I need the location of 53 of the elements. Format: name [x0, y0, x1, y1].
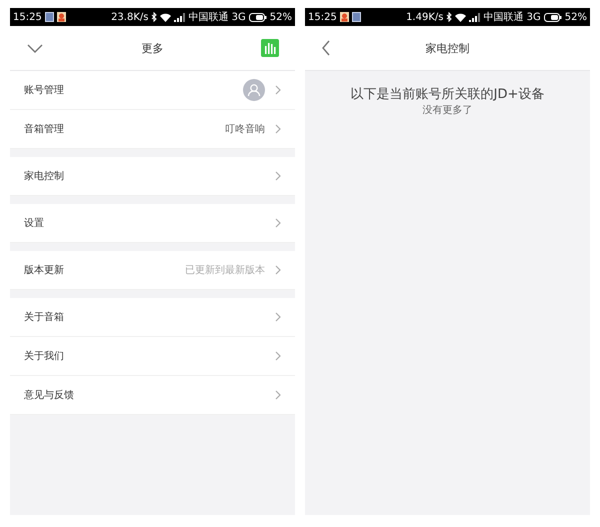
chevron-right-icon — [275, 171, 281, 181]
avatar-icon — [243, 79, 265, 101]
wifi-icon — [160, 12, 172, 22]
battery-percent: 52% — [270, 12, 292, 22]
network-speed: 1.49K/s — [406, 12, 444, 22]
row-label: 关于我们 — [24, 350, 64, 363]
carrier-name: 中国联通 3G — [188, 10, 246, 24]
battery-icon — [544, 12, 562, 22]
list-row[interactable]: 家电控制 — [10, 157, 295, 196]
equalizer-icon[interactable] — [261, 39, 279, 57]
network-speed: 23.8K/s — [111, 12, 148, 22]
row-value: 叮咚音响 — [225, 122, 265, 136]
list-row[interactable]: 音箱管理 叮咚音响 — [10, 110, 295, 149]
battery-percent: 52% — [564, 12, 587, 22]
chevron-right-icon — [275, 312, 281, 322]
screen-title: 家电控制 — [424, 40, 470, 56]
list-row[interactable]: 设置 — [10, 204, 295, 243]
status-time: 15:25 — [13, 12, 42, 22]
chevron-right-icon — [275, 218, 281, 228]
row-label: 关于音箱 — [24, 310, 64, 324]
back-icon[interactable] — [321, 40, 331, 56]
app-icon — [340, 12, 349, 22]
empty-note: 没有更多了 — [422, 104, 472, 117]
row-label: 意见与反馈 — [24, 388, 74, 402]
document-icon — [352, 12, 361, 22]
row-label: 版本更新 — [24, 264, 64, 277]
screen-title: 更多 — [140, 40, 164, 56]
row-label: 家电控制 — [24, 170, 64, 183]
chevron-right-icon — [275, 265, 281, 275]
bluetooth-icon — [151, 12, 158, 22]
signal-icon — [174, 12, 186, 22]
row-label: 设置 — [24, 216, 44, 230]
chevron-right-icon — [275, 390, 281, 400]
row-label: 音箱管理 — [24, 122, 64, 136]
carrier-name: 中国联通 3G — [483, 10, 541, 24]
document-icon — [44, 12, 54, 22]
list-row[interactable]: 意见与反馈 — [10, 376, 295, 415]
battery-icon — [248, 12, 267, 22]
list-row[interactable]: 关于音箱 — [10, 298, 295, 337]
list-row[interactable]: 关于我们 — [10, 337, 295, 376]
row-label: 账号管理 — [24, 84, 64, 97]
chevron-right-icon — [275, 124, 281, 134]
wifi-icon — [455, 12, 466, 22]
info-message: 以下是当前账号所关联的JD+设备 — [350, 86, 544, 103]
chevron-right-icon — [275, 351, 281, 361]
app-icon — [56, 12, 66, 22]
chevron-right-icon — [275, 85, 281, 95]
signal-icon — [469, 12, 480, 22]
bluetooth-icon — [446, 12, 452, 22]
list-row[interactable]: 账号管理 — [10, 71, 295, 110]
status-time: 15:25 — [308, 12, 337, 22]
row-value: 已更新到最新版本 — [185, 264, 265, 277]
list-row[interactable]: 版本更新 已更新到最新版本 — [10, 251, 295, 290]
